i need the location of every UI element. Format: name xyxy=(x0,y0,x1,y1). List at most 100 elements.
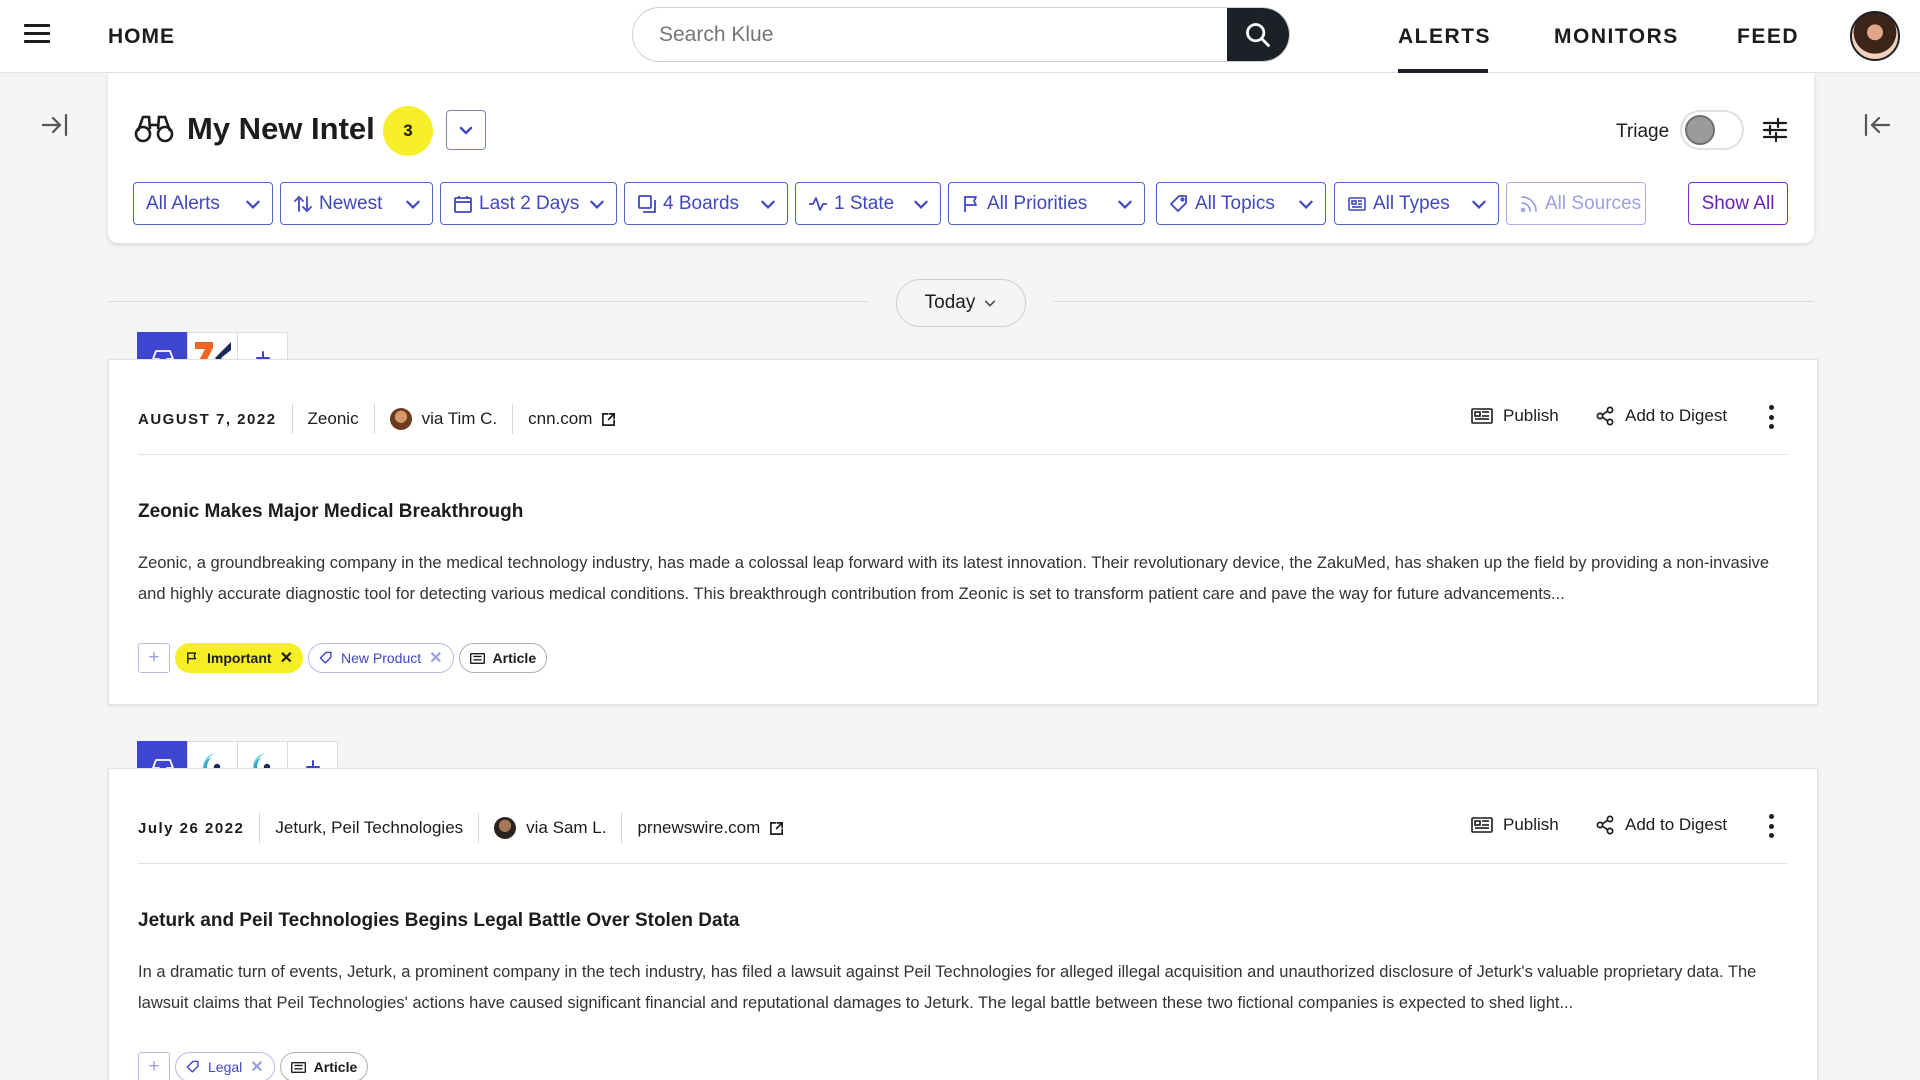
priority-tag-label: Important xyxy=(207,650,272,666)
topic-tag[interactable]: New Product ✕ xyxy=(307,643,454,673)
nav-alerts-link[interactable]: ALERTS xyxy=(1398,25,1491,49)
flag-icon xyxy=(961,194,981,214)
filter-date-range[interactable]: Last 2 Days xyxy=(440,182,617,225)
search-icon xyxy=(1246,22,1270,47)
newspaper-icon xyxy=(1471,817,1493,833)
add-to-digest-button[interactable]: Add to Digest xyxy=(1595,815,1727,835)
more-options-icon[interactable] xyxy=(1768,405,1774,429)
add-tag-button[interactable]: + xyxy=(138,643,170,673)
filter-sources[interactable]: All Sources xyxy=(1506,182,1646,225)
publish-button[interactable]: Publish xyxy=(1471,406,1559,426)
curator-avatar xyxy=(494,817,517,839)
show-all-button[interactable]: Show All xyxy=(1688,182,1788,225)
alert-card: July 26 2022 Jeturk, Peil Technologies v… xyxy=(108,768,1818,1080)
topic-tag[interactable]: Legal ✕ xyxy=(175,1052,275,1080)
date-divider-line xyxy=(108,301,868,302)
more-options-icon[interactable] xyxy=(1768,814,1774,838)
card-source-link[interactable]: prnewswire.com xyxy=(637,818,760,838)
card-tags: + Legal ✕ Article xyxy=(138,1052,369,1080)
chevron-down-icon xyxy=(1297,195,1315,213)
filter-topics[interactable]: All Topics xyxy=(1156,182,1326,225)
filter-label: 4 Boards xyxy=(663,192,740,214)
date-group-selector[interactable]: Today xyxy=(896,279,1026,327)
search-button[interactable] xyxy=(1227,8,1289,61)
activity-icon xyxy=(808,194,828,214)
card-curator: via Sam L. xyxy=(526,818,607,837)
card-body: Zeonic, a groundbreaking company in the … xyxy=(138,554,1770,603)
filter-sort[interactable]: Newest xyxy=(280,182,433,225)
type-tag-label: Article xyxy=(313,1059,358,1075)
nav-feed-link[interactable]: FEED xyxy=(1737,25,1799,49)
new-intel-count-badge: 3 xyxy=(383,106,433,156)
filter-types[interactable]: All Types xyxy=(1334,182,1499,225)
meta-separator xyxy=(512,404,514,434)
collapse-panel-icon[interactable] xyxy=(1862,112,1892,138)
chevron-down-icon xyxy=(1470,195,1488,213)
meta-separator xyxy=(478,813,480,843)
filter-priorities[interactable]: All Priorities xyxy=(948,182,1145,225)
top-navigation: HOME ALERTS MONITORS FEED xyxy=(0,0,1920,73)
user-avatar[interactable] xyxy=(1850,11,1900,61)
chevron-down-icon xyxy=(1116,195,1134,213)
card-curator: via Tim C. xyxy=(421,409,498,428)
chevron-down-icon xyxy=(459,126,473,135)
page-title: My New Intel xyxy=(187,111,375,146)
tag-icon xyxy=(1169,194,1189,214)
nav-home-link[interactable]: HOME xyxy=(108,25,175,49)
type-tag[interactable]: Article xyxy=(279,1052,369,1080)
filter-settings-icon[interactable] xyxy=(1762,117,1788,143)
expand-sidebar-icon[interactable] xyxy=(40,112,70,138)
publish-button[interactable]: Publish xyxy=(1471,815,1559,835)
card-tags: + Important ✕ New Product ✕ Article xyxy=(138,643,548,673)
card-body: In a dramatic turn of events, Jeturk, a … xyxy=(138,963,1757,1012)
nav-monitors-link[interactable]: MONITORS xyxy=(1554,25,1679,49)
card-meta: July 26 2022 Jeturk, Peil Technologies v… xyxy=(138,813,784,843)
card-company[interactable]: Zeonic xyxy=(308,409,359,429)
hamburger-menu-icon[interactable] xyxy=(24,24,50,46)
chevron-down-icon xyxy=(985,300,996,307)
filter-label: Newest xyxy=(319,192,383,214)
triage-toggle[interactable] xyxy=(1680,110,1744,150)
card-divider xyxy=(138,863,1788,864)
external-link-icon[interactable] xyxy=(601,412,616,427)
card-headline[interactable]: Jeturk and Peil Technologies Begins Lega… xyxy=(138,910,739,932)
chevron-down-icon xyxy=(244,195,262,213)
remove-tag-icon[interactable]: ✕ xyxy=(250,1057,263,1077)
type-tag[interactable]: Article xyxy=(458,643,548,673)
card-headline[interactable]: Zeonic Makes Major Medical Breakthrough xyxy=(138,501,523,523)
add-to-digest-label: Add to Digest xyxy=(1625,406,1728,425)
date-group-label: Today xyxy=(924,292,976,313)
type-tag-label: Article xyxy=(492,650,537,666)
intel-view-dropdown[interactable] xyxy=(446,110,486,150)
search-input[interactable] xyxy=(633,8,1229,61)
intel-header-panel: My New Intel 3 Triage All Alerts Newest … xyxy=(108,73,1814,243)
filter-label: All Priorities xyxy=(987,192,1088,214)
filter-label: All Alerts xyxy=(146,192,220,214)
external-link-icon[interactable] xyxy=(769,821,784,836)
calendar-icon xyxy=(453,194,473,214)
filter-state[interactable]: 1 State xyxy=(795,182,941,225)
meta-separator xyxy=(621,813,623,843)
add-to-digest-button[interactable]: Add to Digest xyxy=(1595,406,1727,426)
alert-card: AUGUST 7, 2022 Zeonic via Tim C. cnn.com… xyxy=(108,359,1818,705)
remove-tag-icon[interactable]: ✕ xyxy=(429,648,442,668)
card-divider xyxy=(138,454,1788,455)
remove-tag-icon[interactable]: ✕ xyxy=(280,648,293,668)
card-date: July 26 2022 xyxy=(138,819,245,837)
filter-alerts[interactable]: All Alerts xyxy=(133,182,273,225)
card-source-link[interactable]: cnn.com xyxy=(528,409,592,429)
chevron-down-icon xyxy=(404,195,422,213)
newspaper-icon xyxy=(1471,408,1493,424)
rss-icon xyxy=(1519,194,1539,214)
search-bar xyxy=(632,7,1290,62)
filter-label: All Topics xyxy=(1195,192,1275,214)
card-company[interactable]: Jeturk, Peil Technologies xyxy=(275,818,463,838)
sort-icon xyxy=(293,194,313,214)
priority-tag[interactable]: Important ✕ xyxy=(175,643,303,673)
newspaper-icon xyxy=(469,652,485,664)
topic-tag-label: Legal xyxy=(208,1059,243,1075)
add-tag-button[interactable]: + xyxy=(138,1052,170,1080)
filter-boards[interactable]: 4 Boards xyxy=(624,182,788,225)
card-meta: AUGUST 7, 2022 Zeonic via Tim C. cnn.com xyxy=(138,404,616,434)
newspaper-icon xyxy=(1347,194,1367,214)
